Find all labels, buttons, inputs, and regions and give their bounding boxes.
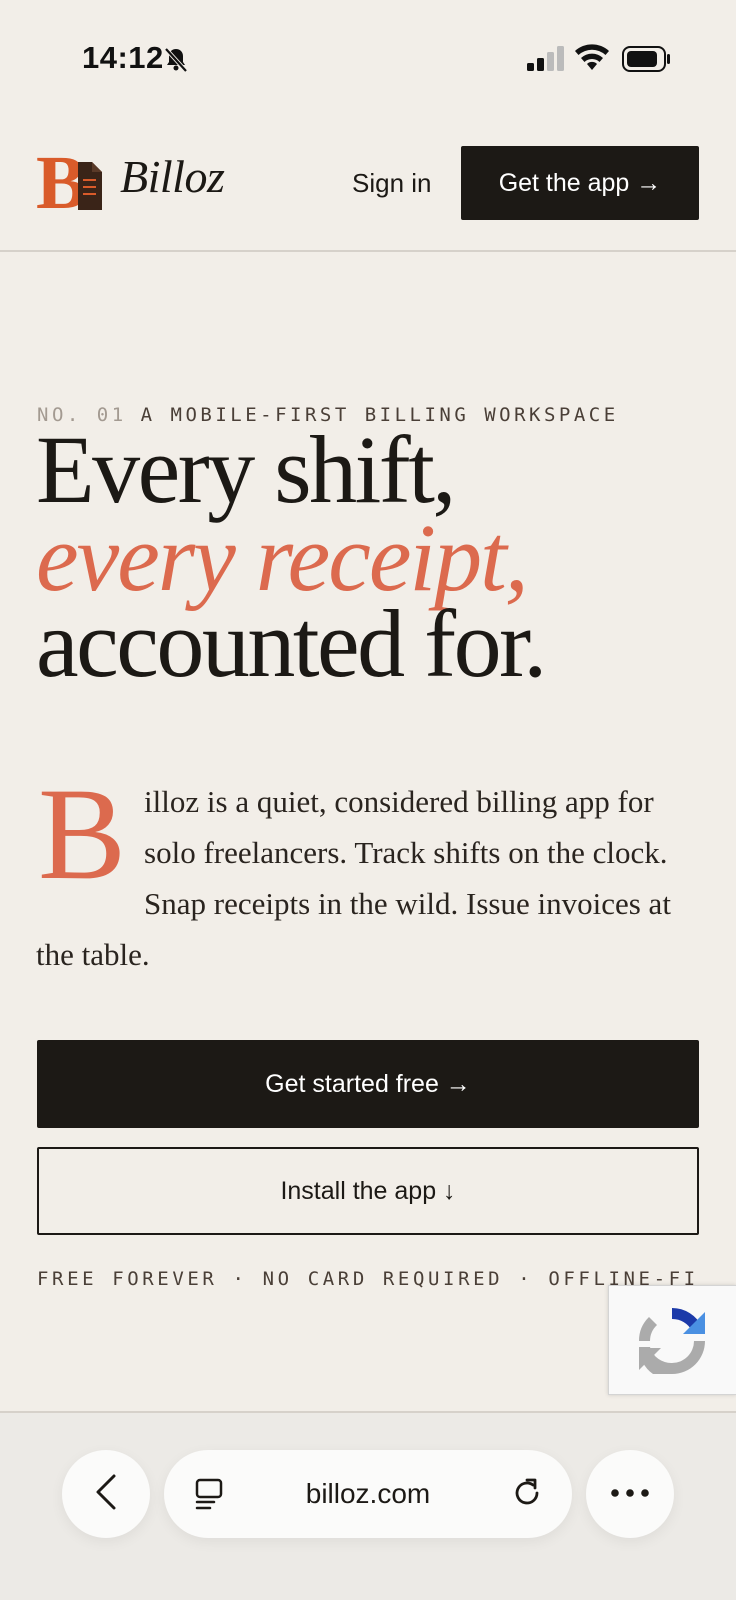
more-button[interactable] bbox=[586, 1450, 674, 1538]
headline-line-3: accounted for. bbox=[36, 590, 547, 697]
billoz-logo[interactable]: B bbox=[36, 141, 106, 225]
install-app-button[interactable]: Install the app ↓ bbox=[37, 1147, 699, 1235]
recaptcha-badge[interactable] bbox=[608, 1285, 736, 1395]
get-started-button[interactable]: Get started free → bbox=[37, 1040, 699, 1128]
status-time: 14:12 bbox=[82, 40, 164, 75]
bell-slash-icon bbox=[162, 46, 190, 79]
cellular-signal-icon bbox=[526, 46, 566, 77]
back-chevron-icon bbox=[94, 1473, 118, 1516]
hero-lede: Billoz is a quiet, considered billing ap… bbox=[36, 760, 696, 980]
more-icon bbox=[610, 1485, 650, 1503]
drop-cap: B bbox=[38, 760, 127, 907]
battery-icon bbox=[622, 46, 672, 77]
back-button[interactable] bbox=[62, 1450, 150, 1538]
reload-icon[interactable] bbox=[510, 1476, 544, 1515]
wifi-icon bbox=[574, 44, 610, 77]
sign-in-link[interactable]: Sign in bbox=[352, 168, 432, 199]
get-app-button[interactable]: Get the app → bbox=[461, 146, 699, 220]
address-bar[interactable]: billoz.com bbox=[164, 1450, 572, 1538]
lede-text: illoz is a quiet, considered billing app… bbox=[36, 784, 671, 972]
brand-name[interactable]: Billoz bbox=[120, 150, 225, 203]
footnote-features: FREE FOREVER · NO CARD REQUIRED · OFFLIN… bbox=[37, 1268, 699, 1290]
status-bar: 14:12 bbox=[0, 0, 736, 120]
